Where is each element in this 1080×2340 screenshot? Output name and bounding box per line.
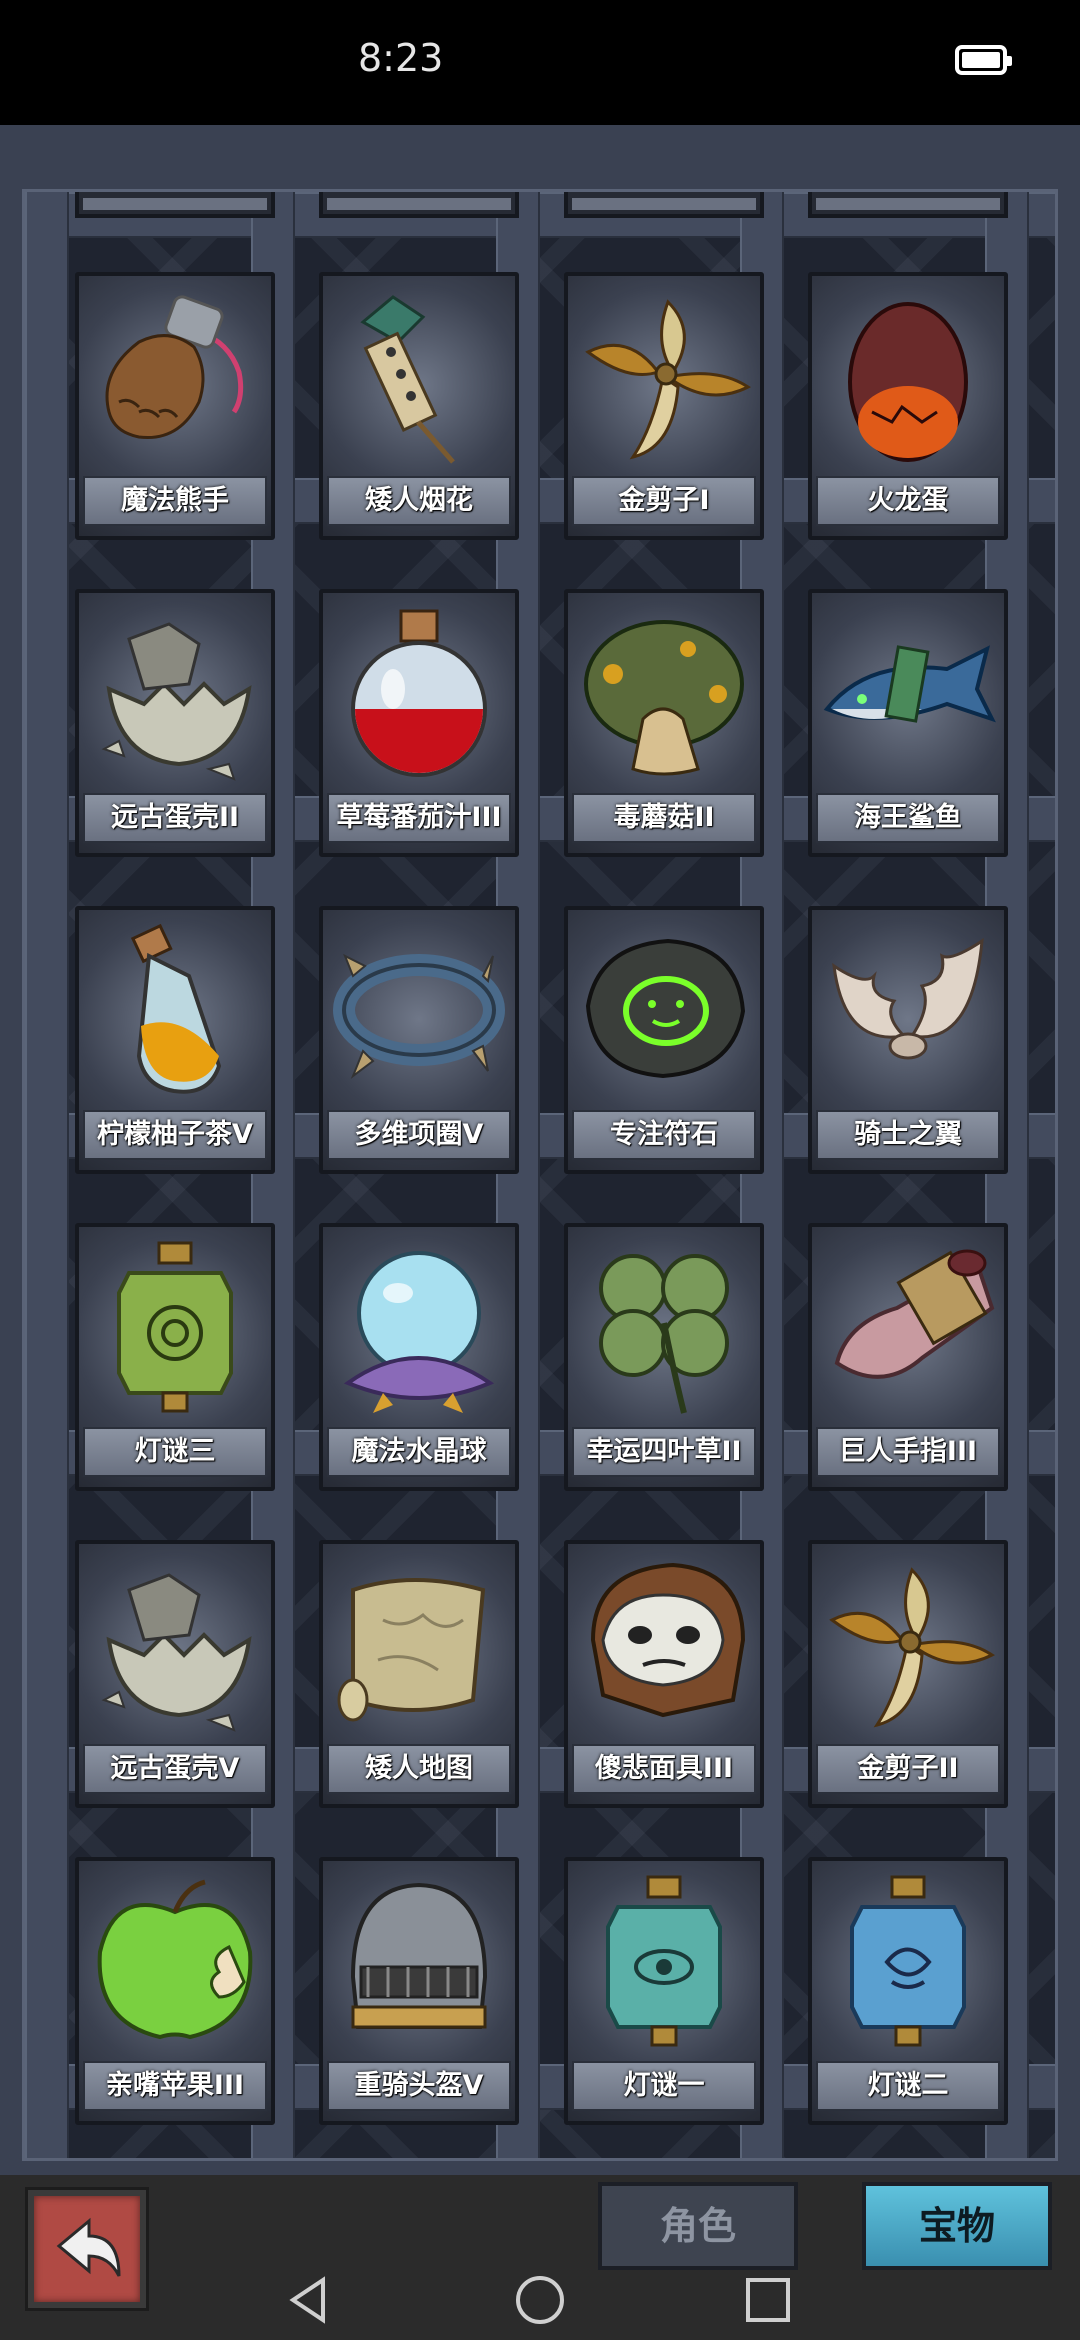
item-cell[interactable]: 多维项圈V [319,906,519,1174]
nav-home-icon[interactable] [510,2270,570,2330]
item-cell[interactable]: 远古蛋壳II [75,589,275,857]
gold-scissors-icon [585,299,751,460]
item-cell[interactable]: 毒蘑菇II [564,589,764,857]
item-cell[interactable]: 矮人地图 [319,1540,519,1808]
status-time: 8:23 [358,36,444,80]
nav-back-icon[interactable] [278,2270,338,2330]
item-cell[interactable]: 亲嘴苹果III [75,1857,275,2125]
item-label: 金剪子II [816,1744,1000,1794]
item-label: 专注符石 [572,1110,756,1160]
collar-icon [333,953,505,1079]
item-cell[interactable]: 柠檬柚子茶V [75,906,275,1174]
item-label: 魔法水晶球 [327,1427,511,1477]
status-bar: 8:23 [0,0,1080,125]
item-cell[interactable]: 骑士之翼 [808,906,1008,1174]
item-label: 金剪子I [572,476,756,526]
item-cell[interactable]: 重骑头盔V [319,1857,519,2125]
item-label: 重骑头盔V [327,2061,511,2111]
item-label: 矮人烟花 [327,476,511,526]
item-cell[interactable]: 灯谜一 [564,1857,764,2125]
item-cell-partial[interactable] [808,192,1008,218]
lantern-green-icon [117,1241,233,1413]
grid-bar [25,192,69,2158]
item-cell[interactable]: 海王鲨鱼 [808,589,1008,857]
item-cell-partial[interactable] [319,192,519,218]
apple-icon [97,1879,253,2040]
item-cell[interactable]: 灯谜二 [808,1857,1008,2125]
gold-scissors-icon [829,1567,995,1728]
wings-icon [832,938,984,1060]
bear-paw-icon [105,295,244,440]
item-cell[interactable]: 远古蛋壳V [75,1540,275,1808]
item-cell[interactable]: 草莓番茄汁III [319,589,519,857]
item-label: 魔法熊手 [83,476,267,526]
item-label: 灯谜三 [83,1427,267,1477]
item-cell[interactable]: 魔法熊手 [75,272,275,540]
item-label: 草莓番茄汁III [327,793,511,843]
item-label: 灯谜二 [816,2061,1000,2111]
map-scroll-icon [337,1578,486,1722]
back-button[interactable] [28,2190,146,2308]
nav-recents-icon[interactable] [738,2270,798,2330]
item-label: 亲嘴苹果III [83,2061,267,2111]
rune-stone-icon [585,938,746,1079]
item-label: 远古蛋壳II [83,793,267,843]
item-cell[interactable]: 专注符石 [564,906,764,1174]
item-label: 巨人手指III [816,1427,1000,1477]
clover-icon [599,1254,729,1414]
potion-flask-icon [351,609,487,777]
item-cell[interactable]: 灯谜三 [75,1223,275,1491]
shark-icon [823,645,996,723]
item-cell-partial[interactable] [75,192,275,218]
item-cell[interactable]: 矮人烟花 [319,272,519,540]
item-cell[interactable]: 火龙蛋 [808,272,1008,540]
item-label: 多维项圈V [327,1110,511,1160]
inventory-frame: 魔法熊手 矮人烟花 金剪子I 火龙蛋 远古蛋壳II 草莓番茄汁III 毒蘑菇II… [0,125,1080,2175]
eggshell-icon [101,1573,252,1732]
item-cell[interactable]: 傻悲面具III [564,1540,764,1808]
item-cell[interactable]: 巨人手指III [808,1223,1008,1491]
back-arrow-icon [56,2217,121,2277]
item-label: 柠檬柚子茶V [83,1110,267,1160]
item-label: 灯谜一 [572,2061,756,2111]
eggshell-icon [101,622,252,781]
firework-icon [360,295,455,464]
lantern-blue-icon [850,1875,966,2047]
item-cell[interactable]: 金剪子II [808,1540,1008,1808]
poison-mushroom-icon [584,620,744,776]
item-label: 远古蛋壳V [83,1744,267,1794]
item-label: 傻悲面具III [572,1744,756,1794]
item-cell[interactable]: 幸运四叶草II [564,1223,764,1491]
lantern-teal-icon [606,1875,722,2047]
item-cell[interactable]: 魔法水晶球 [319,1223,519,1491]
item-label: 矮人地图 [327,1744,511,1794]
item-label: 海王鲨鱼 [816,793,1000,843]
item-label: 骑士之翼 [816,1110,1000,1160]
dragon-egg-icon [848,302,968,462]
item-cell-partial[interactable] [564,192,764,218]
crystal-ball-icon [343,1251,495,1413]
item-grid[interactable]: 魔法熊手 矮人烟花 金剪子I 火龙蛋 远古蛋壳II 草莓番茄汁III 毒蘑菇II… [22,189,1058,2161]
tea-bottle-icon [130,923,222,1094]
item-cell[interactable]: 金剪子I [564,272,764,540]
mask-icon [590,1562,746,1718]
tab-treasure[interactable]: 宝物 [862,2182,1052,2270]
battery-icon [955,45,1012,75]
giant-finger-icon [834,1249,995,1379]
item-label: 毒蘑菇II [572,793,756,843]
tab-role[interactable]: 角色 [598,2182,798,2270]
item-label: 幸运四叶草II [572,1427,756,1477]
item-label: 火龙蛋 [816,476,1000,526]
knight-helmet-icon [350,1882,488,2029]
